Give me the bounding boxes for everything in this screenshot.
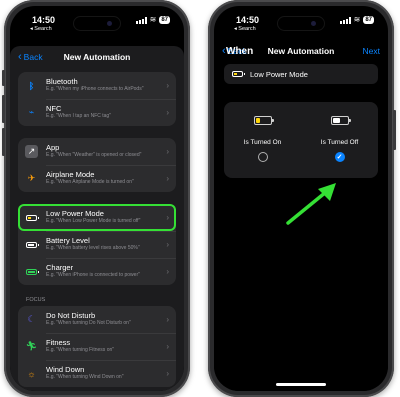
chevron-right-icon: › [166,81,169,90]
battery-icon [25,238,39,251]
chevron-right-icon: › [166,342,169,351]
low-battery-icon [253,116,274,125]
right-phone: 14:50 ◂ Search ≋ 87 ‹ Back New Automatio… [208,0,396,397]
option-label: Is Turned Off [320,139,359,146]
left-screen: 14:50 ◂ Search ≋ 87 ‹ Back New Automatio… [10,6,184,391]
option-is-turned-on[interactable]: Is Turned On [224,116,301,162]
list-item-subtitle: E.g. "When I tap an NFC tag" [46,112,111,119]
list-item-low-power-mode[interactable]: Low Power Mode E.g. "When Low Power Mode… [18,204,176,231]
list-item-subtitle: E.g. "When turning Fitness on" [46,346,115,353]
wifi-icon: ≋ [353,15,361,24]
trigger-group-connectivity: ᛒ Bluetooth E.g. "When my iPhone connect… [18,72,176,126]
chevron-right-icon: › [166,213,169,222]
list-item-subtitle: E.g. "When turning Do Not Disturb on" [46,319,131,326]
low-battery-icon [25,211,39,224]
list-item-subtitle: E.g. "When Low Power Mode is turned off" [46,217,141,224]
list-item-fitness[interactable]: 🏃︎ Fitness E.g. "When turning Fitness on… [18,333,176,360]
battery-level-badge: 87 [159,16,170,24]
list-item-subtitle: E.g. "When my iPhone connects to AirPods… [46,85,144,92]
chevron-right-icon: › [166,174,169,183]
list-item-do-not-disturb[interactable]: ☾ Do Not Disturb E.g. "When turning Do N… [18,306,176,333]
list-item-bluetooth[interactable]: ᛒ Bluetooth E.g. "When my iPhone connect… [18,72,176,99]
cellular-signal-icon [339,16,351,24]
moon-icon: ☾ [27,314,36,324]
status-icons: ≋ 87 [135,15,170,24]
list-item-battery-level[interactable]: Battery Level E.g. "When battery level r… [18,231,176,258]
trigger-group-focus: ☾ Do Not Disturb E.g. "When turning Do N… [18,306,176,387]
battery-level-badge: 87 [363,16,374,24]
trigger-group-battery: Low Power Mode E.g. "When Low Power Mode… [18,204,176,285]
airplane-icon: ✈ [27,173,36,183]
status-bar: 14:50 ◂ Search ≋ 87 [10,15,184,37]
list-item-app[interactable]: ↗ App E.g. "When "Weather" is opened or … [18,138,176,165]
nav-bar: ‹ Back New Automation [10,46,184,70]
list-item-airplane-mode[interactable]: ✈ Airplane Mode E.g. "When Airplane Mode… [18,165,176,192]
section-label-focus: FOCUS [26,297,46,303]
checkmark-icon: ✓ [336,153,343,161]
page-title: New Automation [63,52,131,62]
list-item-subtitle: E.g. "When turning Wind Down on" [46,373,124,380]
fitness-icon: 🏃︎ [25,341,38,351]
low-battery-icon [232,71,245,77]
cellular-signal-icon [135,16,147,24]
right-screen: 14:50 ◂ Search ≋ 87 ‹ Back New Automatio… [214,6,388,391]
back-to-search-link[interactable]: ◂ Search [234,26,256,32]
wifi-icon: ≋ [149,15,157,24]
selected-trigger-row[interactable]: Low Power Mode [224,64,378,84]
chevron-right-icon: › [166,147,169,156]
dynamic-island [278,17,324,30]
list-item-subtitle: E.g. "When "Weather" is opened or closed… [46,151,142,158]
selected-trigger-label: Low Power Mode [250,69,308,79]
next-button[interactable]: Next [363,46,380,56]
chevron-right-icon: › [166,315,169,324]
back-to-search-link[interactable]: ◂ Search [30,26,52,32]
status-time: 14:50 [236,15,260,25]
battery-icon [330,116,351,125]
chevron-right-icon: › [166,240,169,249]
trigger-group-apps: ↗ App E.g. "When "Weather" is opened or … [18,138,176,192]
when-heading: When [226,46,254,57]
chevron-right-icon: › [166,369,169,378]
new-automation-sheet: ‹ Back New Automation ᛒ Bluetooth E.g. "… [10,46,184,391]
status-icons: ≋ 87 [339,15,374,24]
nfc-icon: ⌁ [28,107,35,117]
status-time: 14:50 [32,15,56,25]
list-item-subtitle: E.g. "When Airplane Mode is turned on" [46,178,134,185]
status-bar: 14:50 ◂ Search ≋ 87 [214,15,388,37]
annotation-arrow-icon [286,183,336,225]
radio-unchecked[interactable] [257,152,268,162]
left-phone: 14:50 ◂ Search ≋ 87 ‹ Back New Automatio… [2,0,190,397]
bluetooth-icon: ᛒ [28,80,35,91]
app-icon: ↗ [25,145,38,158]
radio-checked[interactable]: ✓ [334,152,345,162]
list-item-wind-down[interactable]: ☼ Wind Down E.g. "When turning Wind Down… [18,360,176,387]
list-item-subtitle: E.g. "When battery level rises above 50%… [46,244,140,251]
charger-icon [25,265,39,278]
state-choice-panel: Is Turned On Is Turned Off ✓ [224,102,378,178]
option-label: Is Turned On [243,139,282,146]
option-is-turned-off[interactable]: Is Turned Off ✓ [301,116,378,162]
chevron-right-icon: › [166,267,169,276]
list-item-subtitle: E.g. "When iPhone is connected to power" [46,271,140,278]
list-item-nfc[interactable]: ⌁ NFC E.g. "When I tap an NFC tag" › [18,99,176,126]
dynamic-island [74,17,120,30]
home-indicator [276,383,326,386]
wind-down-icon: ☼ [27,368,36,379]
chevron-right-icon: › [166,108,169,117]
list-item-charger[interactable]: Charger E.g. "When iPhone is connected t… [18,258,176,285]
